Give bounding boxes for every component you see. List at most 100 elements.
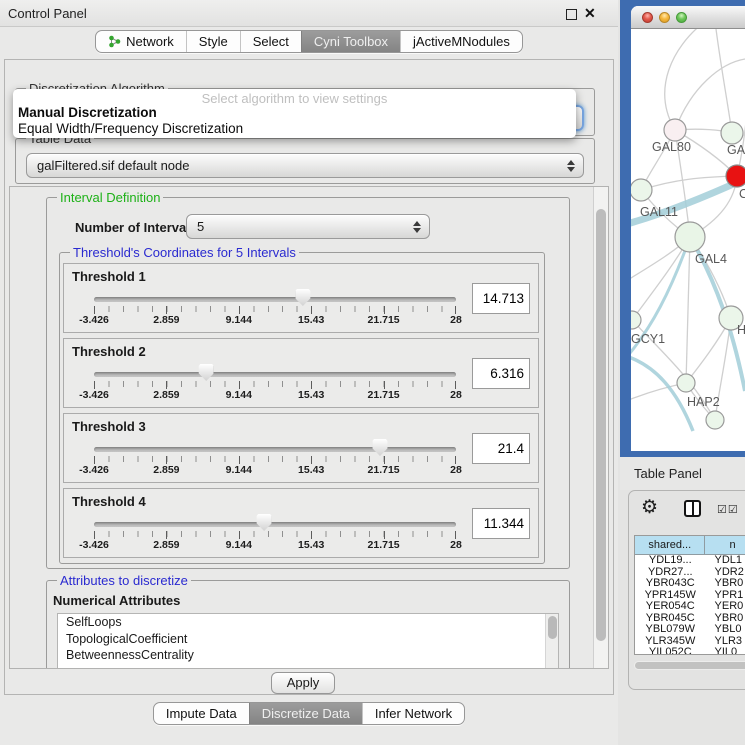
- node-partial[interactable]: [706, 411, 724, 429]
- threshold-4-slider[interactable]: [94, 522, 456, 527]
- threshold-4-value-field[interactable]: [472, 508, 530, 539]
- node-attribute-table: shared... n YDL19...YDL1 YDR27...YDR2 YB…: [634, 535, 745, 655]
- table-panel: ⚙ ☑☑ shared... n YDL19...YDL1 YDR27...YD…: [628, 490, 745, 690]
- list-item[interactable]: BetweennessCentrality: [58, 647, 558, 664]
- threshold-4-slider-thumb[interactable]: [257, 514, 272, 531]
- node-ga[interactable]: [721, 122, 743, 144]
- network-tab-icon: [108, 35, 121, 48]
- tab-discretize-data[interactable]: Discretize Data: [249, 703, 362, 724]
- node-label: C: [739, 187, 745, 201]
- bottom-tab-group: Impute Data Discretize Data Infer Networ…: [153, 702, 465, 725]
- node-gal4[interactable]: [675, 222, 705, 252]
- algorithm-dropdown-popup: Select algorithm to view settings Manual…: [13, 89, 576, 138]
- node-gal11[interactable]: [631, 179, 652, 201]
- threshold-1-tick-marks: [94, 306, 456, 312]
- apply-button[interactable]: Apply: [271, 672, 335, 694]
- threshold-4-tick-labels: -3.4262.8599.14415.4321.71528: [94, 539, 456, 552]
- threshold-2-slider-thumb[interactable]: [199, 364, 214, 381]
- threshold-2-value-field[interactable]: [472, 358, 530, 389]
- close-icon[interactable]: ✕: [584, 5, 596, 22]
- table-header-row: shared... n: [635, 536, 745, 555]
- table-panel-title: Table Panel: [634, 466, 702, 481]
- node-label: GAL4: [695, 252, 727, 266]
- bottom-tab-bar: Impute Data Discretize Data Infer Networ…: [0, 702, 618, 728]
- tab-jactivemnodules[interactable]: jActiveMNodules: [400, 31, 522, 52]
- threshold-1-value-field[interactable]: [472, 283, 530, 314]
- tab-infer-network[interactable]: Infer Network: [362, 703, 464, 724]
- threshold-3-panel: Threshold 3 -3.4262.8599.14415.4321.7152…: [63, 413, 539, 483]
- node-label: GCY1: [631, 332, 665, 346]
- scrollbar-thumb[interactable]: [635, 662, 745, 669]
- number-of-intervals-value: 5: [197, 215, 204, 239]
- scrollbar-thumb[interactable]: [596, 209, 606, 641]
- threshold-2-slider[interactable]: [94, 372, 456, 377]
- scrollbar-thumb[interactable]: [548, 616, 557, 639]
- tab-impute-data[interactable]: Impute Data: [154, 703, 249, 724]
- tab-discretize-data-label: Discretize Data: [262, 703, 350, 725]
- zoom-traffic-light-icon[interactable]: [676, 12, 687, 23]
- tab-select[interactable]: Select: [240, 31, 301, 52]
- settings-scrollbar[interactable]: [593, 187, 608, 668]
- tab-cyni-toolbox[interactable]: Cyni Toolbox: [301, 31, 400, 52]
- tab-jactivemnodules-label: jActiveMNodules: [413, 31, 510, 53]
- tab-network[interactable]: Network: [96, 31, 186, 52]
- minimize-traffic-light-icon[interactable]: [659, 12, 670, 23]
- number-of-intervals-combobox[interactable]: 5: [186, 214, 430, 239]
- node-hap2[interactable]: [677, 374, 695, 392]
- tab-impute-data-label: Impute Data: [166, 703, 237, 725]
- table-data-combobox[interactable]: galFiltered.sif default node: [26, 153, 584, 178]
- tab-infer-network-label: Infer Network: [375, 703, 452, 725]
- algorithm-option-equal-width[interactable]: Equal Width/Frequency Discretization: [18, 121, 243, 136]
- table-row[interactable]: YBL079WYBL0: [635, 624, 745, 636]
- close-traffic-light-icon[interactable]: [642, 12, 653, 23]
- threshold-coordinates-title: Threshold's Coordinates for 5 Intervals: [70, 245, 299, 260]
- attributes-list-scrollbar[interactable]: [545, 614, 558, 668]
- network-nodes[interactable]: [631, 119, 745, 429]
- threshold-4-tick-marks: [94, 531, 456, 537]
- column-layout-icon[interactable]: [684, 500, 701, 517]
- threshold-2-label: Threshold 2: [72, 344, 146, 359]
- network-canvas[interactable]: GAL80 GA C GAL11 GAL4 GCY1 H HAP2: [631, 29, 745, 451]
- select-columns-checkboxes-icon[interactable]: ☑☑: [717, 503, 739, 516]
- threshold-3-slider[interactable]: [94, 447, 456, 452]
- threshold-3-slider-thumb[interactable]: [372, 439, 387, 456]
- table-horizontal-scrollbar[interactable]: [634, 661, 745, 670]
- table-row[interactable]: YBR043CYBR0: [635, 578, 745, 590]
- numerical-attributes-label: Numerical Attributes: [53, 593, 180, 608]
- list-item[interactable]: SelfLoops: [58, 614, 558, 631]
- combo-stepper-icon[interactable]: [567, 160, 575, 172]
- column-header-name[interactable]: n: [705, 536, 745, 555]
- attributes-group-title: Attributes to discretize: [57, 573, 191, 588]
- node-label: HAP2: [687, 395, 720, 409]
- algorithm-option-manual[interactable]: Manual Discretization: [18, 105, 157, 120]
- cyni-main-panel: Discretization Algorithm Select algorith…: [4, 59, 614, 695]
- table-panel-titlebar: Table Panel: [620, 457, 745, 490]
- threshold-3-value-field[interactable]: [472, 433, 530, 464]
- threshold-1-slider[interactable]: [94, 297, 456, 302]
- threshold-3-tick-labels: -3.4262.8599.14415.4321.71528: [94, 464, 456, 477]
- table-data-combobox-value: galFiltered.sif default node: [37, 154, 189, 178]
- network-window-titlebar[interactable]: [631, 6, 745, 29]
- table-row[interactable]: YER054CYER0: [635, 601, 745, 613]
- algorithm-popup-hint: Select algorithm to view settings: [13, 91, 576, 106]
- network-graph: GAL80 GA C GAL11 GAL4 GCY1 H HAP2: [631, 29, 745, 451]
- threshold-4-panel: Threshold 4 -3.4262.8599.14415.4321.7152…: [63, 488, 539, 558]
- table-row[interactable]: YDL19...YDL1: [635, 555, 745, 567]
- gear-icon[interactable]: ⚙: [641, 496, 658, 519]
- tab-network-label: Network: [126, 31, 174, 53]
- node-red-selected[interactable]: [726, 165, 745, 187]
- network-inner-window: GAL80 GA C GAL11 GAL4 GCY1 H HAP2: [631, 6, 745, 451]
- node-gal80[interactable]: [664, 119, 686, 141]
- node-gcy1[interactable]: [631, 311, 641, 329]
- combo-stepper-icon[interactable]: [413, 221, 421, 233]
- top-tab-group: Network Style Select Cyni Toolbox jActiv…: [95, 30, 523, 53]
- table-row[interactable]: YIL052CYIL0: [635, 647, 745, 654]
- column-header-shared-name[interactable]: shared...: [635, 536, 705, 555]
- node-label: GA: [727, 143, 745, 157]
- node-label: GAL80: [652, 140, 691, 154]
- list-item[interactable]: TopologicalCoefficient: [58, 631, 558, 648]
- tab-style[interactable]: Style: [186, 31, 240, 52]
- threshold-2-tick-marks: [94, 381, 456, 387]
- threshold-1-slider-thumb[interactable]: [295, 289, 310, 306]
- float-window-icon[interactable]: [566, 9, 577, 20]
